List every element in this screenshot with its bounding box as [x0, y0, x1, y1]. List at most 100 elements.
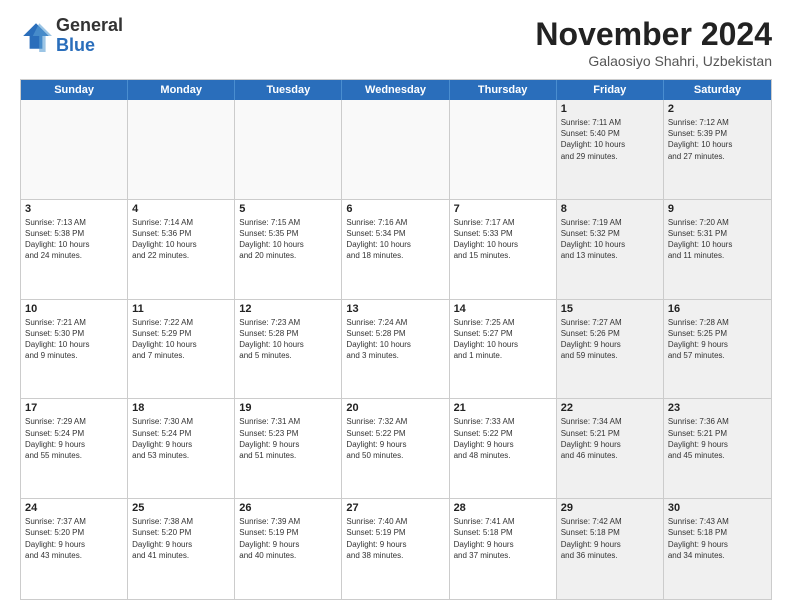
calendar-cell [235, 100, 342, 199]
day-number: 22 [561, 402, 659, 414]
day-number: 14 [454, 303, 552, 315]
logo: General Blue [20, 16, 123, 56]
day-number: 5 [239, 203, 337, 215]
day-number: 25 [132, 502, 230, 514]
day-info: Sunrise: 7:31 AMSunset: 5:23 PMDaylight:… [239, 416, 337, 461]
title-block: November 2024 Galaosiyo Shahri, Uzbekist… [535, 16, 772, 69]
day-number: 20 [346, 402, 444, 414]
day-info: Sunrise: 7:41 AMSunset: 5:18 PMDaylight:… [454, 516, 552, 561]
day-number: 4 [132, 203, 230, 215]
day-info: Sunrise: 7:34 AMSunset: 5:21 PMDaylight:… [561, 416, 659, 461]
calendar: SundayMondayTuesdayWednesdayThursdayFrid… [20, 79, 772, 600]
day-info: Sunrise: 7:12 AMSunset: 5:39 PMDaylight:… [668, 117, 767, 162]
day-number: 8 [561, 203, 659, 215]
day-info: Sunrise: 7:14 AMSunset: 5:36 PMDaylight:… [132, 217, 230, 262]
calendar-row-2: 3Sunrise: 7:13 AMSunset: 5:38 PMDaylight… [21, 200, 771, 300]
day-info: Sunrise: 7:37 AMSunset: 5:20 PMDaylight:… [25, 516, 123, 561]
calendar-cell: 9Sunrise: 7:20 AMSunset: 5:31 PMDaylight… [664, 200, 771, 299]
weekday-header-tuesday: Tuesday [235, 80, 342, 100]
day-info: Sunrise: 7:27 AMSunset: 5:26 PMDaylight:… [561, 317, 659, 362]
calendar-cell: 13 Sunrise: 7:24 AMSunset: 5:28 PMDayligh… [342, 300, 449, 399]
day-number: 2 [668, 103, 767, 115]
weekday-header-monday: Monday [128, 80, 235, 100]
calendar-cell [342, 100, 449, 199]
calendar-cell: 22 Sunrise: 7:34 AMSunset: 5:21 PMDayligh… [557, 399, 664, 498]
day-info: Sunrise: 7:36 AMSunset: 5:21 PMDaylight:… [668, 416, 767, 461]
calendar-row-5: 24 Sunrise: 7:37 AMSunset: 5:20 PMDayligh… [21, 499, 771, 599]
day-info: Sunrise: 7:25 AMSunset: 5:27 PMDaylight:… [454, 317, 552, 362]
page: General Blue November 2024 Galaosiyo Sha… [0, 0, 792, 612]
day-number: 6 [346, 203, 444, 215]
calendar-cell: 11Sunrise: 7:22 AMSunset: 5:29 PMDayligh… [128, 300, 235, 399]
day-info: Sunrise: 7:33 AMSunset: 5:22 PMDaylight:… [454, 416, 552, 461]
logo-blue-text: Blue [56, 35, 95, 55]
day-number: 19 [239, 402, 337, 414]
day-number: 23 [668, 402, 767, 414]
calendar-cell: 24 Sunrise: 7:37 AMSunset: 5:20 PMDayligh… [21, 499, 128, 599]
day-number: 18 [132, 402, 230, 414]
calendar-cell: 10Sunrise: 7:21 AMSunset: 5:30 PMDayligh… [21, 300, 128, 399]
day-number: 3 [25, 203, 123, 215]
day-number: 28 [454, 502, 552, 514]
day-info: Sunrise: 7:15 AMSunset: 5:35 PMDaylight:… [239, 217, 337, 262]
calendar-cell: 17 Sunrise: 7:29 AMSunset: 5:24 PMDayligh… [21, 399, 128, 498]
calendar-cell: 23 Sunrise: 7:36 AMSunset: 5:21 PMDayligh… [664, 399, 771, 498]
calendar-row-1: 1Sunrise: 7:11 AMSunset: 5:40 PMDaylight… [21, 100, 771, 200]
calendar-cell: 30 Sunrise: 7:43 AMSunset: 5:18 PMDayligh… [664, 499, 771, 599]
calendar-body: 1Sunrise: 7:11 AMSunset: 5:40 PMDaylight… [21, 100, 771, 599]
calendar-cell: 8 Sunrise: 7:19 AMSunset: 5:32 PMDaylight… [557, 200, 664, 299]
calendar-cell: 7 Sunrise: 7:17 AMSunset: 5:33 PMDaylight… [450, 200, 557, 299]
calendar-cell [128, 100, 235, 199]
calendar-cell [21, 100, 128, 199]
logo-icon [20, 20, 52, 52]
calendar-cell [450, 100, 557, 199]
day-number: 21 [454, 402, 552, 414]
day-info: Sunrise: 7:38 AMSunset: 5:20 PMDaylight:… [132, 516, 230, 561]
day-number: 17 [25, 402, 123, 414]
day-number: 12 [239, 303, 337, 315]
logo-general-text: General [56, 15, 123, 35]
calendar-cell: 16 Sunrise: 7:28 AMSunset: 5:25 PMDayligh… [664, 300, 771, 399]
weekday-header-wednesday: Wednesday [342, 80, 449, 100]
day-number: 7 [454, 203, 552, 215]
calendar-cell: 27 Sunrise: 7:40 AMSunset: 5:19 PMDayligh… [342, 499, 449, 599]
day-number: 24 [25, 502, 123, 514]
weekday-header-thursday: Thursday [450, 80, 557, 100]
day-number: 13 [346, 303, 444, 315]
calendar-cell: 6Sunrise: 7:16 AMSunset: 5:34 PMDaylight… [342, 200, 449, 299]
calendar-cell: 4 Sunrise: 7:14 AMSunset: 5:36 PMDaylight… [128, 200, 235, 299]
location: Galaosiyo Shahri, Uzbekistan [535, 53, 772, 69]
month-title: November 2024 [535, 16, 772, 53]
day-number: 16 [668, 303, 767, 315]
calendar-cell: 29Sunrise: 7:42 AMSunset: 5:18 PMDayligh… [557, 499, 664, 599]
day-number: 1 [561, 103, 659, 115]
day-number: 10 [25, 303, 123, 315]
day-number: 9 [668, 203, 767, 215]
calendar-row-3: 10Sunrise: 7:21 AMSunset: 5:30 PMDayligh… [21, 300, 771, 400]
calendar-cell: 3Sunrise: 7:13 AMSunset: 5:38 PMDaylight… [21, 200, 128, 299]
day-info: Sunrise: 7:39 AMSunset: 5:19 PMDaylight:… [239, 516, 337, 561]
day-number: 26 [239, 502, 337, 514]
day-info: Sunrise: 7:22 AMSunset: 5:29 PMDaylight:… [132, 317, 230, 362]
calendar-cell: 21 Sunrise: 7:33 AMSunset: 5:22 PMDayligh… [450, 399, 557, 498]
day-number: 27 [346, 502, 444, 514]
day-info: Sunrise: 7:29 AMSunset: 5:24 PMDaylight:… [25, 416, 123, 461]
day-info: Sunrise: 7:42 AMSunset: 5:18 PMDaylight:… [561, 516, 659, 561]
calendar-cell: 1Sunrise: 7:11 AMSunset: 5:40 PMDaylight… [557, 100, 664, 199]
day-info: Sunrise: 7:17 AMSunset: 5:33 PMDaylight:… [454, 217, 552, 262]
weekday-header-friday: Friday [557, 80, 664, 100]
day-info: Sunrise: 7:32 AMSunset: 5:22 PMDaylight:… [346, 416, 444, 461]
day-info: Sunrise: 7:30 AMSunset: 5:24 PMDaylight:… [132, 416, 230, 461]
day-info: Sunrise: 7:28 AMSunset: 5:25 PMDaylight:… [668, 317, 767, 362]
calendar-cell: 14 Sunrise: 7:25 AMSunset: 5:27 PMDayligh… [450, 300, 557, 399]
calendar-cell: 28 Sunrise: 7:41 AMSunset: 5:18 PMDayligh… [450, 499, 557, 599]
day-info: Sunrise: 7:24 AMSunset: 5:28 PMDaylight:… [346, 317, 444, 362]
calendar-cell: 15 Sunrise: 7:27 AMSunset: 5:26 PMDayligh… [557, 300, 664, 399]
calendar-cell: 19 Sunrise: 7:31 AMSunset: 5:23 PMDayligh… [235, 399, 342, 498]
day-number: 15 [561, 303, 659, 315]
day-info: Sunrise: 7:40 AMSunset: 5:19 PMDaylight:… [346, 516, 444, 561]
day-number: 30 [668, 502, 767, 514]
day-info: Sunrise: 7:43 AMSunset: 5:18 PMDaylight:… [668, 516, 767, 561]
day-info: Sunrise: 7:19 AMSunset: 5:32 PMDaylight:… [561, 217, 659, 262]
calendar-cell: 5 Sunrise: 7:15 AMSunset: 5:35 PMDaylight… [235, 200, 342, 299]
